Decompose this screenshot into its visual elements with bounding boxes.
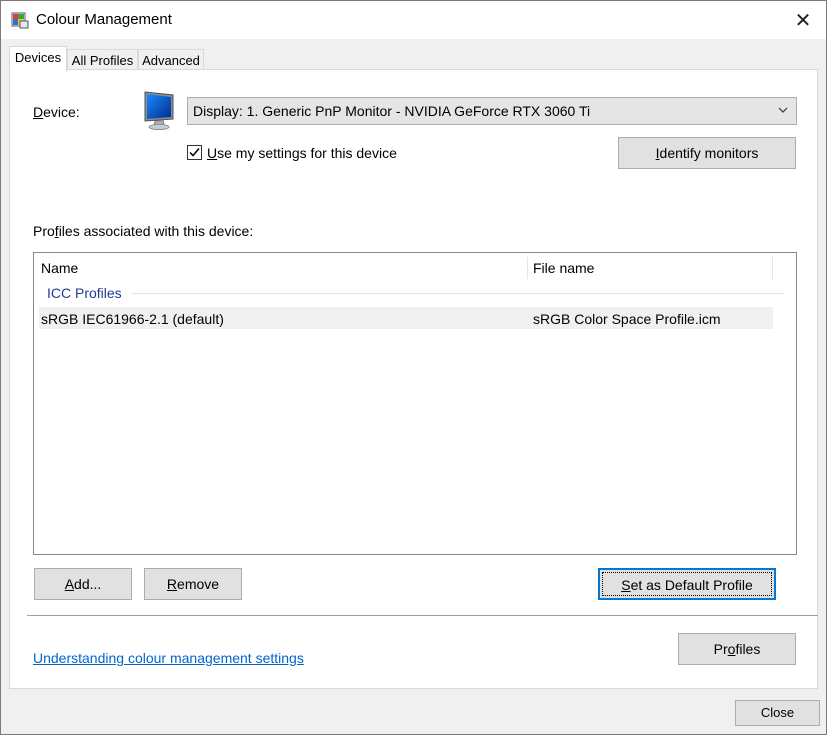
column-separator[interactable]	[527, 257, 528, 279]
use-my-settings-checkbox[interactable]	[187, 145, 202, 160]
remove-profile-button[interactable]: Remove	[144, 568, 242, 600]
profile-name-cell[interactable]: sRGB IEC61966-2.1 (default)	[41, 311, 224, 327]
help-link[interactable]: Understanding colour management settings	[33, 650, 304, 666]
tab-all-profiles[interactable]: All Profiles	[67, 49, 138, 71]
focus-rectangle: Set as Default Profile	[602, 572, 772, 596]
group-header-icc-profiles[interactable]: ICC Profiles	[47, 285, 122, 301]
profiles-associated-label: Profiles associated with this device:	[33, 223, 254, 239]
profiles-list[interactable]: Name File name ICC Profiles sRGB IEC6196…	[33, 252, 797, 555]
window-title: Colour Management	[36, 11, 172, 28]
close-icon: ✕	[794, 9, 812, 32]
device-dropdown-value: Display: 1. Generic PnP Monitor - NVIDIA…	[193, 103, 591, 119]
set-default-profile-button[interactable]: Set as Default Profile	[598, 568, 776, 600]
chevron-down-icon	[778, 107, 788, 113]
column-header-name[interactable]: Name	[41, 260, 78, 276]
use-my-settings-label[interactable]: Use my settings for this device	[207, 145, 397, 161]
window-close-button[interactable]: ✕	[780, 1, 826, 39]
device-label: Device:	[33, 104, 80, 120]
column-header-file-name[interactable]: File name	[533, 260, 594, 276]
section-divider	[27, 615, 818, 616]
add-profile-button[interactable]: Add...	[34, 568, 132, 600]
monitor-icon	[144, 91, 174, 131]
tab-advanced[interactable]: Advanced	[138, 49, 204, 71]
close-button[interactable]: Close	[735, 700, 820, 726]
column-separator[interactable]	[772, 257, 773, 279]
colour-management-window: Colour Management ✕ Devices All Profiles…	[0, 0, 827, 735]
device-dropdown[interactable]: Display: 1. Generic PnP Monitor - NVIDIA…	[187, 97, 797, 125]
identify-monitors-button[interactable]: Identify monitors	[618, 137, 796, 169]
tab-devices[interactable]: Devices	[9, 46, 67, 72]
checkmark-icon	[189, 148, 200, 157]
profile-file-cell[interactable]: sRGB Color Space Profile.icm	[533, 311, 721, 327]
title-bar: Colour Management ✕	[1, 1, 826, 39]
group-divider	[132, 293, 784, 294]
colour-management-icon	[11, 12, 29, 29]
profiles-button[interactable]: Profiles	[678, 633, 796, 665]
